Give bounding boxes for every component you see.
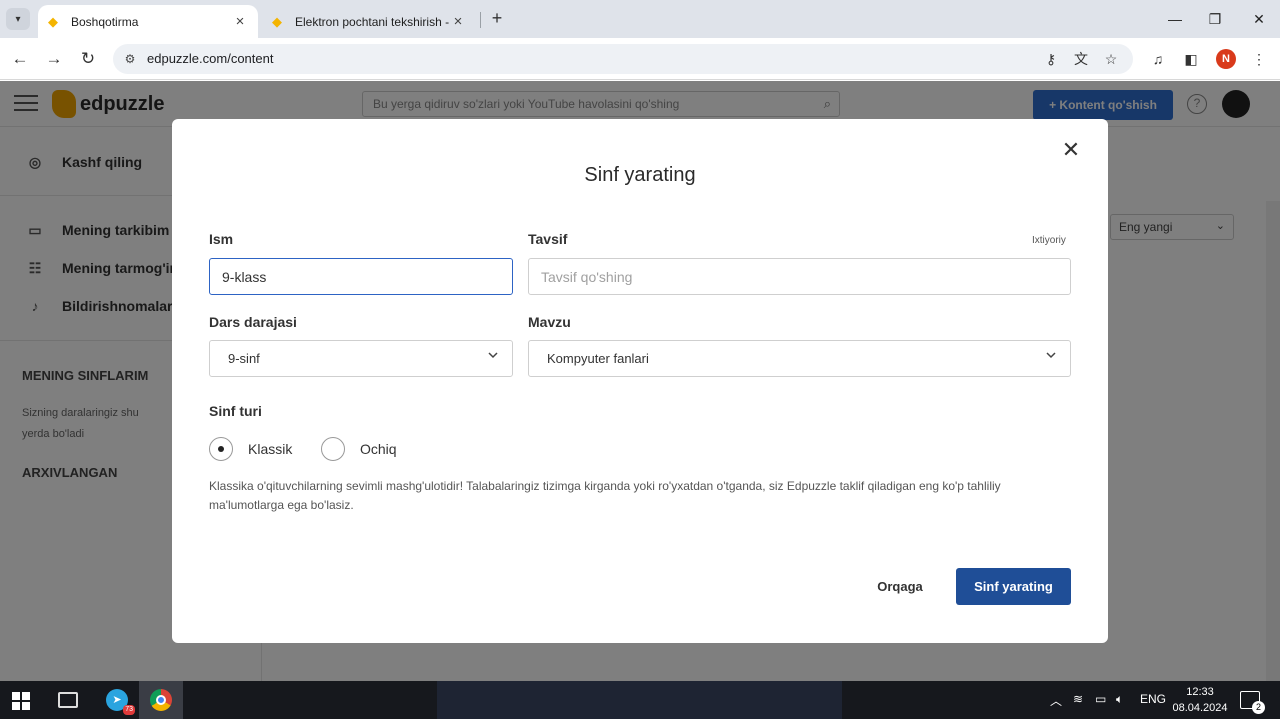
- open-radio-label[interactable]: Ochiq: [360, 441, 397, 457]
- create-class-modal: Sinf yarating ✕ Ism 9-klass Tavsif Ixtiy…: [172, 119, 1108, 643]
- translate-icon[interactable]: 文: [1071, 50, 1091, 68]
- telegram-badge: 73: [123, 705, 135, 715]
- close-icon[interactable]: ✕: [1059, 138, 1083, 162]
- taskbar-thumbnail-area: [437, 681, 842, 719]
- tab-email-check[interactable]: ◆ Elektron pochtani tekshirish - E ×: [262, 5, 476, 38]
- password-key-icon[interactable]: ⚷: [1041, 50, 1061, 68]
- language-indicator[interactable]: ENG: [1140, 692, 1166, 706]
- windows-start-icon[interactable]: [12, 692, 30, 710]
- classic-radio[interactable]: [209, 437, 233, 461]
- modal-title: Sinf yarating: [584, 164, 696, 186]
- name-field[interactable]: 9-klass: [209, 258, 513, 295]
- volume-icon[interactable]: 🔈︎: [1116, 692, 1123, 707]
- battery-icon[interactable]: ▭: [1095, 692, 1106, 706]
- telegram-taskbar-app[interactable]: ➤ 73: [95, 681, 139, 719]
- notification-count: 2: [1252, 701, 1265, 714]
- grade-select[interactable]: 9-sinf: [209, 340, 513, 377]
- open-radio[interactable]: [321, 437, 345, 461]
- task-view-icon[interactable]: [58, 692, 78, 708]
- description-field[interactable]: Tavsif qo'shing: [528, 258, 1071, 295]
- side-panel-icon[interactable]: ◧: [1180, 49, 1202, 69]
- browser-tab-strip: ▾ ◆ Boshqotirma × ◆ Elektron pochtani te…: [0, 0, 1280, 38]
- chrome-icon: [150, 689, 172, 711]
- tab-boshqotirma[interactable]: ◆ Boshqotirma ×: [38, 5, 258, 38]
- chevron-down-icon: [488, 352, 498, 359]
- reload-icon[interactable]: ↻: [76, 47, 100, 71]
- class-type-label: Sinf turi: [209, 403, 262, 419]
- site-settings-icon[interactable]: ⚙: [121, 50, 139, 68]
- chevron-down-icon: [1046, 352, 1056, 359]
- chrome-taskbar-app[interactable]: [139, 681, 183, 719]
- name-label: Ism: [209, 231, 234, 247]
- subject-select[interactable]: Kompyuter fanlari: [528, 340, 1071, 377]
- edpuzzle-favicon-icon: ◆: [272, 13, 282, 29]
- subject-value: Kompyuter fanlari: [547, 351, 649, 366]
- classic-radio-label[interactable]: Klassik: [248, 441, 292, 457]
- create-class-button[interactable]: Sinf yarating: [956, 568, 1071, 605]
- clock-time: 12:33: [1186, 686, 1214, 698]
- clock-date: 08.04.2024: [1172, 702, 1228, 714]
- tab-close-icon[interactable]: ×: [450, 13, 466, 30]
- notification-center-icon[interactable]: 2: [1240, 691, 1265, 714]
- description-label: Tavsif: [528, 231, 568, 247]
- back-arrow-icon[interactable]: ←: [8, 47, 32, 71]
- tab-title: Elektron pochtani tekshirish - E: [295, 14, 450, 29]
- profile-avatar[interactable]: N: [1216, 49, 1236, 69]
- minimize-icon[interactable]: —: [1160, 8, 1190, 30]
- browser-toolbar: ← → ↻ ⚙ edpuzzle.com/content ⚷ 文 ☆ ♫ ◧ N…: [0, 38, 1280, 80]
- telegram-icon: ➤ 73: [106, 689, 135, 715]
- windows-taskbar: ➤ 73 ︿ ≋ ▭ 🔈︎ ENG 12:33 08.04.2024 2: [0, 681, 1280, 719]
- wifi-icon[interactable]: ≋: [1073, 692, 1083, 706]
- back-button[interactable]: Orqaga: [868, 568, 932, 605]
- tab-title: Boshqotirma: [71, 14, 139, 29]
- url-text: edpuzzle.com/content: [147, 51, 274, 66]
- chevron-up-icon[interactable]: ︿: [1050, 692, 1062, 709]
- grade-value: 9-sinf: [228, 351, 260, 366]
- class-type-description: Klassika o'qituvchilarning sevimli mashg…: [209, 479, 1001, 512]
- optional-label: Ixtiyoriy: [1032, 235, 1066, 246]
- window-close-icon[interactable]: ✕: [1244, 8, 1274, 30]
- restore-icon[interactable]: ❐: [1200, 8, 1230, 30]
- forward-arrow-icon[interactable]: →: [42, 47, 66, 71]
- new-tab-button[interactable]: +: [487, 8, 507, 28]
- media-controls-icon[interactable]: ♫: [1147, 49, 1169, 69]
- browser-menu-icon[interactable]: ⋮: [1248, 49, 1270, 69]
- clock[interactable]: 12:33 08.04.2024: [1170, 684, 1230, 716]
- tab-search-button[interactable]: ▾: [6, 8, 30, 30]
- bookmark-star-icon[interactable]: ☆: [1101, 50, 1121, 68]
- grade-label: Dars darajasi: [209, 314, 297, 330]
- tab-close-icon[interactable]: ×: [232, 13, 248, 30]
- tab-separator: [480, 12, 481, 28]
- address-bar[interactable]: ⚙ edpuzzle.com/content ⚷ 文 ☆: [113, 44, 1133, 74]
- subject-label: Mavzu: [528, 314, 571, 330]
- edpuzzle-favicon-icon: ◆: [48, 13, 58, 29]
